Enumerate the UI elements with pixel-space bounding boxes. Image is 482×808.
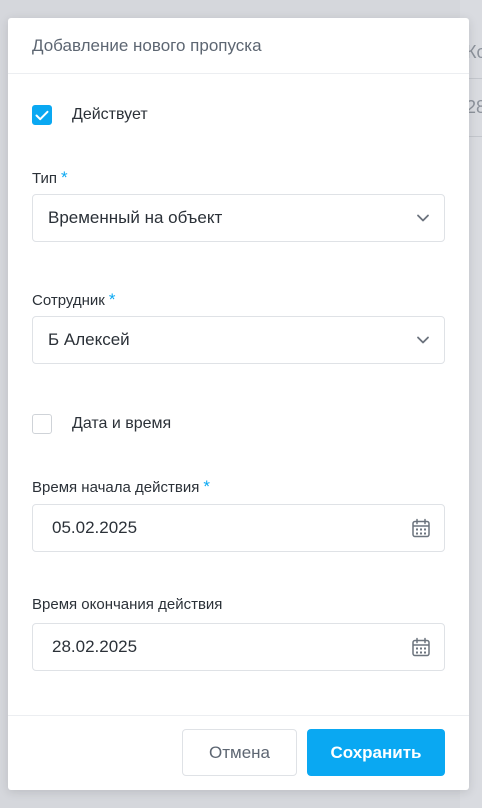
start-date-value: 05.02.2025 [52, 518, 138, 537]
type-label-text: Тип [32, 170, 58, 187]
type-select-value: Временный на объект [48, 208, 223, 227]
start-date-input[interactable]: 05.02.2025 [32, 504, 445, 552]
start-label-text: Время начала действия [32, 479, 200, 496]
employee-select-value: Б Алексей [48, 330, 130, 349]
start-field-label: Время начала действия * [32, 477, 210, 497]
datetime-checkbox-row[interactable]: Дата и время [32, 414, 171, 434]
calendar-icon[interactable] [412, 637, 430, 657]
datetime-checkbox-label: Дата и время [72, 415, 172, 432]
employee-label-text: Сотрудник [32, 292, 105, 309]
save-button[interactable]: Сохранить [307, 729, 445, 776]
end-label-text: Время окончания действия [32, 596, 223, 613]
end-date-input[interactable]: 28.02.2025 [32, 623, 445, 671]
datetime-checkbox[interactable] [32, 414, 52, 434]
chevron-down-icon [416, 214, 430, 223]
end-field-label: Время окончания действия [32, 596, 222, 613]
dialog-title: Добавление нового пропуска [8, 18, 469, 74]
add-pass-dialog: Добавление нового пропуска Действует Тип… [8, 18, 469, 790]
cancel-button[interactable]: Отмена [182, 729, 297, 776]
type-field-label: Тип * [32, 168, 68, 188]
dialog-footer: Отмена Сохранить [8, 715, 469, 791]
type-select[interactable]: Временный на объект [32, 194, 445, 242]
active-checkbox-row[interactable]: Действует [32, 105, 148, 125]
required-marker: * [61, 168, 68, 187]
active-checkbox[interactable] [32, 105, 52, 125]
calendar-icon[interactable] [412, 518, 430, 538]
required-marker: * [108, 290, 116, 309]
employee-field-label: Сотрудник * [32, 290, 116, 310]
active-checkbox-label: Действует [72, 106, 148, 123]
end-date-value: 28.02.2025 [52, 637, 138, 656]
employee-select[interactable]: Б Алексей [32, 316, 445, 364]
chevron-down-icon [416, 336, 430, 345]
check-icon [35, 110, 49, 120]
required-marker: * [203, 477, 210, 496]
